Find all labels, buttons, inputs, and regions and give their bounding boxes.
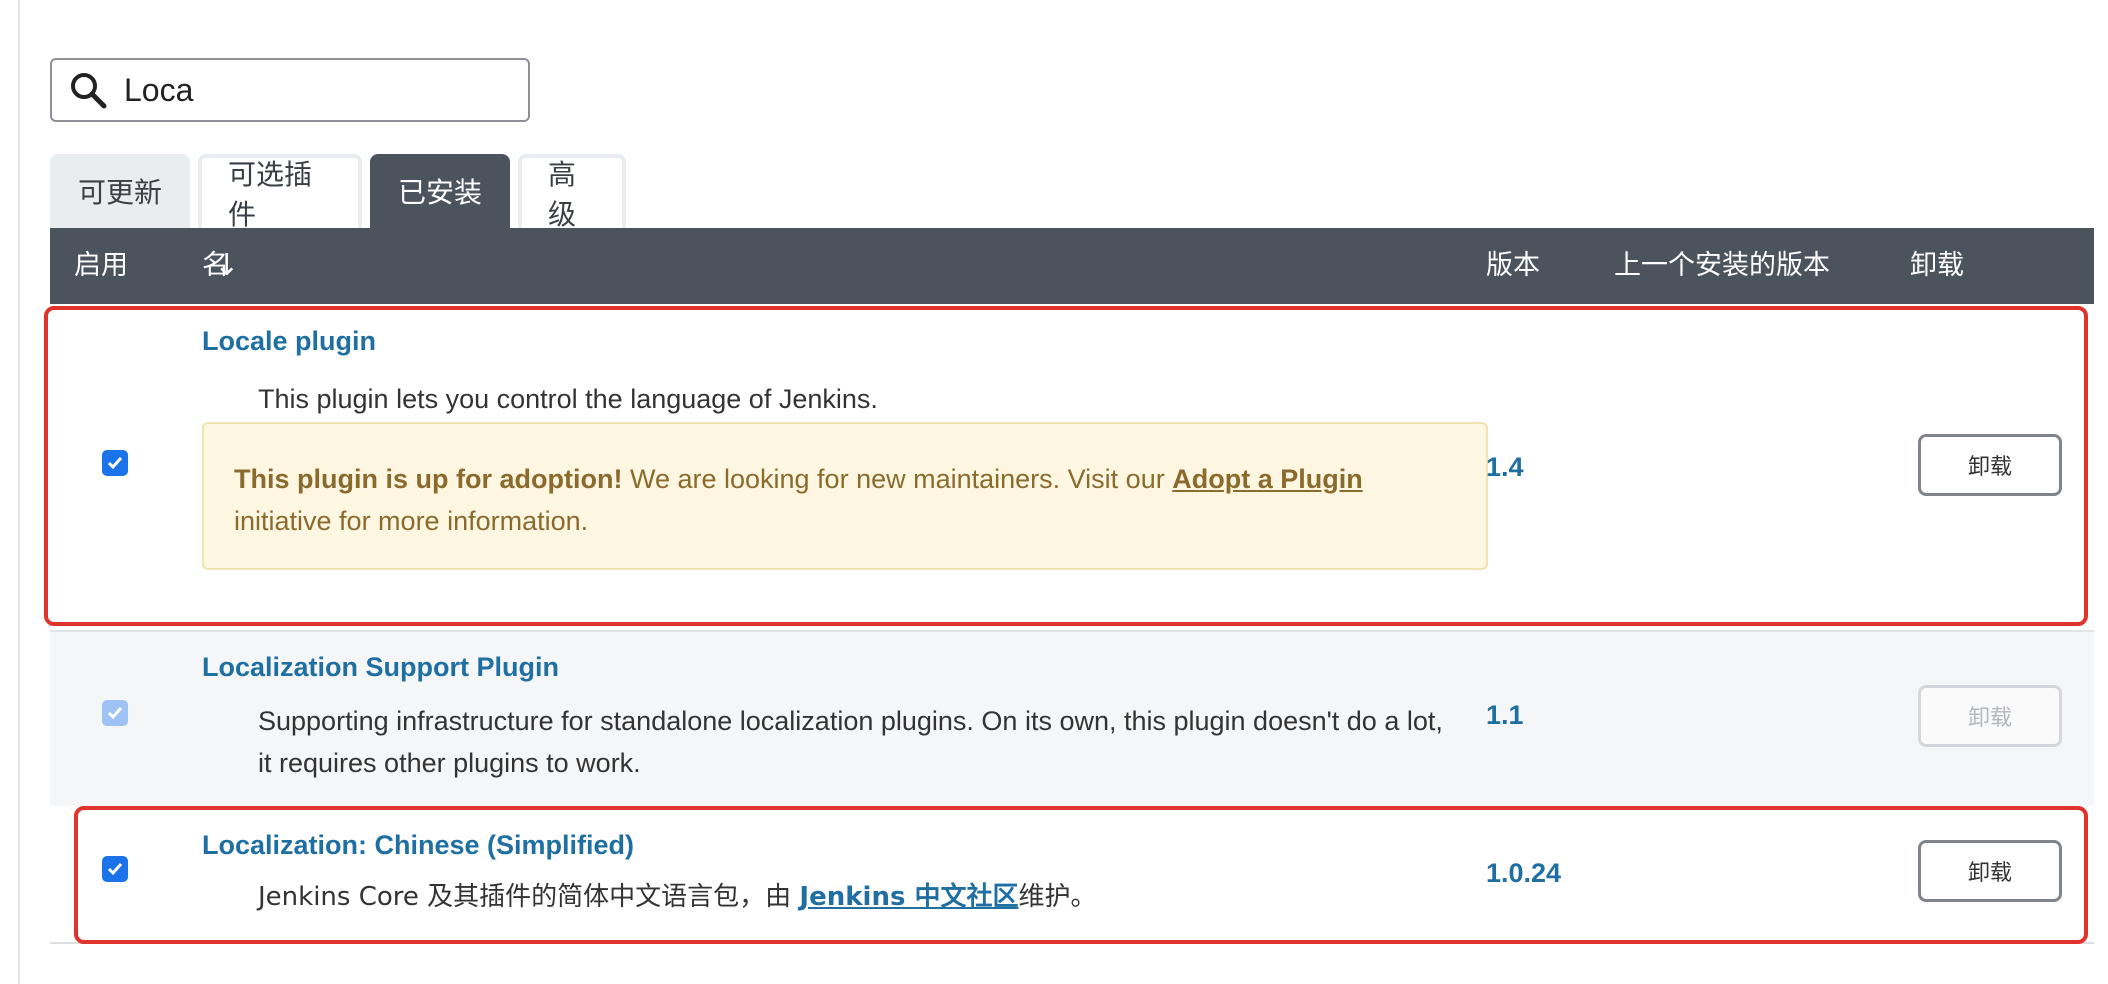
table-header: 启用 名称↓ 版本 上一个安装的版本 卸载 [50,228,2094,357]
column-version: 版本 [1486,250,1540,281]
plugin-version: 1.1 [1486,700,1524,730]
enable-checkbox[interactable] [102,450,128,476]
column-enabled: 启用 [74,250,128,281]
search-icon [68,68,112,112]
checkmark-icon [107,457,123,470]
plugin-tabs: 可更新 可选插件 已安装 高级 [50,154,634,231]
plugin-name-link[interactable]: Localization Support Plugin [202,652,559,683]
checkmark-icon [107,707,123,720]
tab-updates[interactable]: 可更新 [50,154,190,228]
table-row: Locale plugin This plugin lets you contr… [50,304,2094,624]
sort-arrow-icon: ↓ [214,248,240,283]
tab-advanced[interactable]: 高级 [518,154,626,231]
tab-installed[interactable]: 已安装 [370,154,510,228]
adoption-text: We are looking for new maintainers. Visi… [622,464,1173,494]
enable-checkbox[interactable] [102,856,128,882]
plugin-name-link[interactable]: Localization: Chinese (Simplified) [202,830,634,861]
plugin-name-link[interactable]: Locale plugin [202,326,376,357]
uninstall-button[interactable]: 卸载 [1918,434,2062,496]
plugin-version: 1.4 [1486,452,1524,482]
uninstall-button[interactable]: 卸载 [1918,840,2062,902]
enable-checkbox [102,700,128,726]
column-uninstall: 卸载 [1910,250,1964,281]
tab-available[interactable]: 可选插件 [198,154,362,231]
column-previous-version: 上一个安装的版本 [1614,250,1830,281]
left-border [18,0,20,984]
description-suffix: 维护。 [1018,882,1097,912]
uninstall-button: 卸载 [1918,685,2062,747]
table-row: Localization Support Plugin Supporting i… [50,630,2094,808]
checkmark-icon [107,863,123,876]
search-box[interactable] [50,58,530,122]
plugin-description: This plugin lets you control the languag… [258,384,878,414]
plugin-description: Supporting infrastructure for standalone… [258,706,1443,778]
description-text: Jenkins Core 及其插件的简体中文语言包，由 [258,882,800,912]
adoption-notice: This plugin is up for adoption! We are l… [202,422,1488,570]
plugin-description: Jenkins Core 及其插件的简体中文语言包，由 Jenkins 中文社区… [258,876,1097,918]
jenkins-chinese-community-link[interactable]: Jenkins 中文社区 [799,882,1018,912]
adoption-tail: initiative for more information. [234,506,589,536]
plugin-version: 1.0.24 [1486,858,1562,888]
adoption-title: This plugin is up for adoption! [234,464,623,494]
table-row: Localization: Chinese (Simplified) Jenki… [50,806,2094,944]
search-input[interactable] [124,71,504,109]
adopt-a-plugin-link[interactable]: Adopt a Plugin [1172,464,1362,494]
